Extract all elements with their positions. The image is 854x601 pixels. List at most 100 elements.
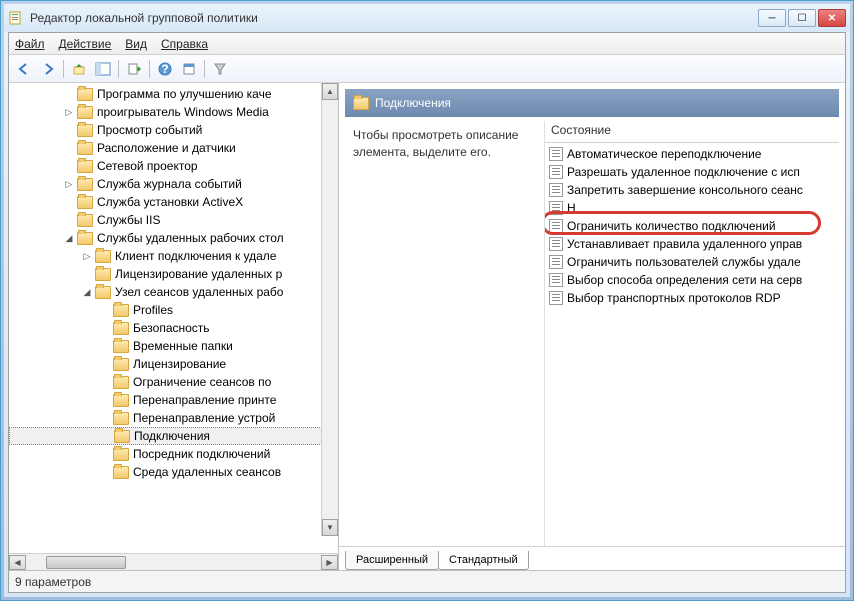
expander-icon[interactable]: ▷ [81,250,93,262]
maximize-button[interactable]: ☐ [788,9,816,27]
vscroll-up[interactable]: ▲ [322,83,338,100]
policy-item[interactable]: Ограничить количество подключений [547,217,837,235]
tree-item[interactable]: Лицензирование удаленных р [9,265,338,283]
policy-list: Автоматическое переподключениеРазрешать … [545,143,839,309]
policy-label: Ограничить количество подключений [567,219,776,233]
policy-icon [549,273,563,287]
window-controls: ─ ☐ ✕ [758,9,846,27]
policy-item[interactable]: Н [547,199,837,217]
policy-item[interactable]: Автоматическое переподключение [547,145,837,163]
menu-view[interactable]: Вид [125,37,147,51]
up-button[interactable] [68,58,90,80]
toolbar: ? [9,55,845,83]
close-button[interactable]: ✕ [818,9,846,27]
tree-item[interactable]: Безопасность [9,319,338,337]
tree-item[interactable]: Сетевой проектор [9,157,338,175]
tree-item-label: Временные папки [133,339,233,353]
hscroll-thumb[interactable] [46,556,126,569]
properties-button[interactable] [178,58,200,80]
policy-item[interactable]: Выбор способа определения сети на серв [547,271,837,289]
tree-item[interactable]: Ограничение сеансов по [9,373,338,391]
folder-icon [77,106,93,119]
policy-icon [549,165,563,179]
forward-button[interactable] [37,58,59,80]
policy-item[interactable]: Выбор транспортных протоколов RDP [547,289,837,307]
help-button[interactable]: ? [154,58,176,80]
expander-icon[interactable]: ▷ [63,106,75,118]
minimize-button[interactable]: ─ [758,9,786,27]
tab-extended[interactable]: Расширенный [345,551,439,570]
folder-icon [113,448,129,461]
tree-item[interactable]: Profiles [9,301,338,319]
tree-item[interactable]: Служба установки ActiveX [9,193,338,211]
menubar: Файл Действие Вид Справка [9,33,845,55]
statusbar-text: 9 параметров [15,575,91,589]
folder-icon [77,232,93,245]
tree-vscroll[interactable]: ▲ ▼ [321,83,338,536]
tabs: Расширенный Стандартный [339,546,845,570]
toolbar-sep [63,60,64,78]
tree-scroll[interactable]: Программа по улучшению каче▷проигрывател… [9,83,338,553]
vscroll-down[interactable]: ▼ [322,519,338,536]
folder-icon [113,412,129,425]
tree-item[interactable]: ▷ Служба журнала событий [9,175,338,193]
tree-item[interactable]: Программа по улучшению каче [9,85,338,103]
tree-item-label: Расположение и датчики [97,141,236,155]
tree-item[interactable]: Временные папки [9,337,338,355]
policy-item[interactable]: Устанавливает правила удаленного управ [547,235,837,253]
tree-item[interactable]: Лицензирование [9,355,338,373]
menu-help[interactable]: Справка [161,37,208,51]
tree-item[interactable]: Среда удаленных сеансов [9,463,338,481]
policy-label: Запретить завершение консольного сеанс [567,183,803,197]
vscroll-track[interactable] [322,100,338,519]
description-column: Чтобы просмотреть описание элемента, выд… [345,121,545,546]
hscroll-left[interactable]: ◀ [9,555,26,570]
expander-icon[interactable]: ◢ [81,286,93,298]
filter-button[interactable] [209,58,231,80]
show-tree-button[interactable] [92,58,114,80]
toolbar-sep [204,60,205,78]
tree-item-label: Службы удаленных рабочих стол [97,231,284,245]
policy-label: Ограничить пользователей службы удале [567,255,801,269]
tree-hscroll[interactable]: ◀ ▶ [9,553,338,570]
tree-item[interactable]: ◢ Узел сеансов удаленных рабо [9,283,338,301]
tree-item[interactable]: ▷Клиент подключения к удале [9,247,338,265]
tree-item-label: Среда удаленных сеансов [133,465,281,479]
list-column-header[interactable]: Состояние [545,121,839,143]
tab-standard[interactable]: Стандартный [438,551,529,570]
folder-icon [77,160,93,173]
export-button[interactable] [123,58,145,80]
tree-item-label: Лицензирование [133,357,226,371]
menu-file[interactable]: Файл [15,37,45,51]
back-button[interactable] [13,58,35,80]
menu-action[interactable]: Действие [59,37,112,51]
list-column: Состояние Автоматическое переподключение… [545,121,839,546]
tree-item[interactable]: Просмотр событий [9,121,338,139]
tree-item-label: Служба журнала событий [97,177,242,191]
policy-item[interactable]: Ограничить пользователей службы удале [547,253,837,271]
policy-icon [549,201,563,215]
expander-icon[interactable]: ▷ [63,178,75,190]
tree-item-label: Лицензирование удаленных р [115,267,282,281]
policy-icon [549,147,563,161]
folder-icon [77,196,93,209]
tree-item-label: Узел сеансов удаленных рабо [115,285,283,299]
tree-item[interactable]: ▷проигрыватель Windows Media [9,103,338,121]
policy-item[interactable]: Запретить завершение консольного сеанс [547,181,837,199]
tree-item[interactable]: Подключения [9,427,338,445]
policy-item[interactable]: Разрешать удаленное подключение с исп [547,163,837,181]
tree-item[interactable]: Службы IIS [9,211,338,229]
tree-pane: Программа по улучшению каче▷проигрывател… [9,83,339,570]
tree-item[interactable]: ◢ Службы удаленных рабочих стол [9,229,338,247]
expander-icon [99,376,111,388]
policy-label: Устанавливает правила удаленного управ [567,237,802,251]
hscroll-right[interactable]: ▶ [321,555,338,570]
tree-item[interactable]: Перенаправление устрой [9,409,338,427]
titlebar[interactable]: Редактор локальной групповой политики ─ … [4,4,850,32]
menu-file-label: Файл [15,37,45,51]
toolbar-sep [149,60,150,78]
tree-item[interactable]: Посредник подключений [9,445,338,463]
tree-item[interactable]: Расположение и датчики [9,139,338,157]
tree-item[interactable]: Перенаправление принте [9,391,338,409]
expander-icon[interactable]: ◢ [63,232,75,244]
